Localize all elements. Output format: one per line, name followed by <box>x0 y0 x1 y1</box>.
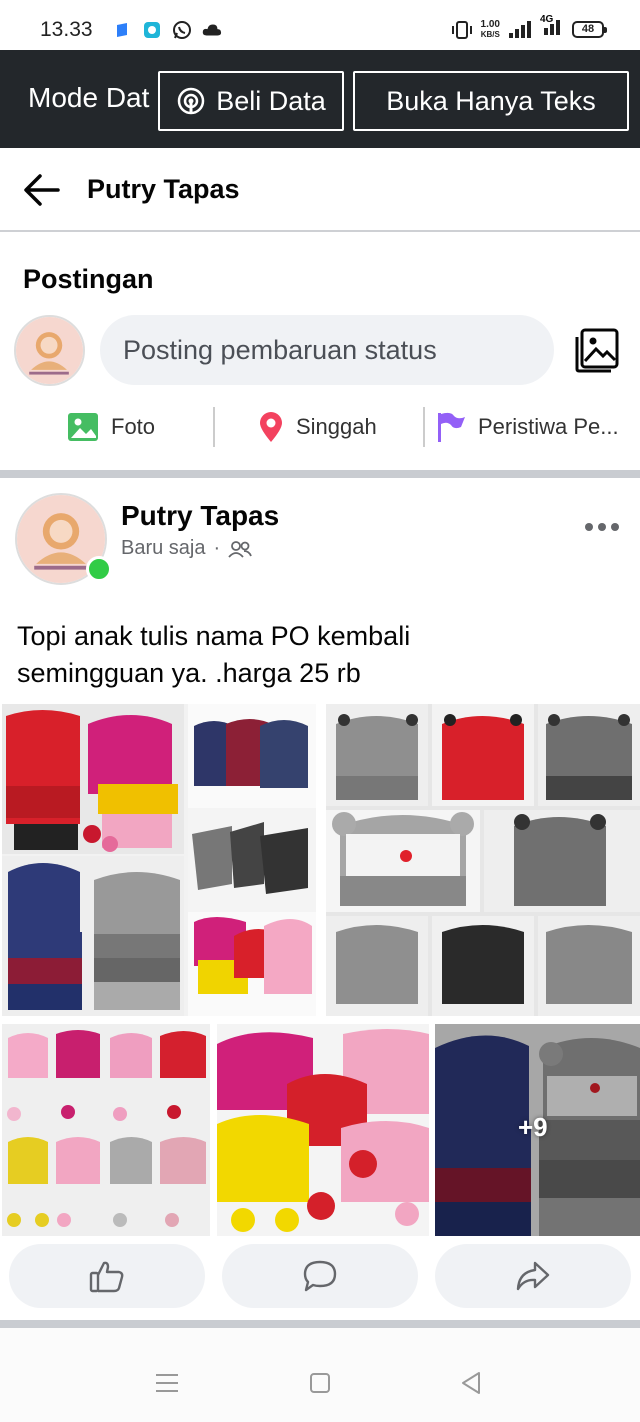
vibrate-icon <box>451 20 472 39</box>
cloud-icon <box>202 20 222 40</box>
checkin-action-label: Singgah <box>296 414 377 439</box>
post-text: Topi anak tulis nama PO kembali seminggu… <box>17 618 617 692</box>
network-4g-icon: 4G <box>540 14 564 41</box>
menu-icon <box>156 1374 178 1392</box>
checkin-action[interactable]: Singgah <box>258 402 377 452</box>
flag-icon <box>438 412 465 442</box>
more-photos-count[interactable]: +9 <box>518 1112 548 1143</box>
home-square-icon <box>310 1373 330 1393</box>
status-input[interactable]: Posting pembaruan status <box>100 315 554 385</box>
signal-icon <box>509 20 531 38</box>
post-text-line: semingguan ya. .harga 25 rb <box>17 658 361 688</box>
divider <box>423 407 425 447</box>
system-status: 1.00 KB/S 4G 48 <box>451 14 607 41</box>
photo-grid: +9 <box>0 704 640 1236</box>
back-triangle-icon <box>462 1372 480 1394</box>
text-only-button[interactable]: Buka Hanya Teks <box>353 71 629 131</box>
net-speed-value: 1.00 <box>480 18 500 30</box>
comment-icon <box>303 1260 337 1292</box>
meta-separator: · <box>213 537 221 559</box>
post-text-line: Topi anak tulis nama PO kembali <box>17 621 411 651</box>
post-photo[interactable] <box>217 1024 429 1236</box>
whatsapp-icon <box>172 20 192 40</box>
net-speed-unit: KB/S <box>480 29 500 39</box>
network-type: 4G <box>540 14 554 25</box>
home-nav-button[interactable] <box>305 1368 335 1398</box>
menu-nav-button[interactable] <box>152 1368 182 1398</box>
friends-icon <box>228 540 253 558</box>
messenger-icon <box>142 20 162 40</box>
reaction-bar <box>0 1244 640 1310</box>
page-header: Putry Tapas <box>0 148 640 232</box>
gallery-icon[interactable] <box>573 327 621 373</box>
post-photo[interactable] <box>326 704 640 1016</box>
online-indicator <box>86 556 112 582</box>
life-event-action-label: Peristiwa Pe... <box>478 414 619 439</box>
status-bar: 13.33 1.00 KB/S 4G 48 <box>0 0 640 50</box>
page-title: Putry Tapas <box>87 174 240 204</box>
like-button[interactable] <box>9 1244 205 1308</box>
back-nav-button[interactable] <box>456 1368 486 1398</box>
text-only-label: Buka Hanya Teks <box>386 85 596 116</box>
post-time[interactable]: Baru saja <box>121 537 206 560</box>
broadcast-icon <box>177 87 205 115</box>
photo-icon <box>68 413 98 441</box>
life-event-action[interactable]: Peristiwa Pe... <box>436 402 619 452</box>
divider <box>213 407 215 447</box>
post-photo[interactable] <box>2 1024 210 1236</box>
net-speed: 1.00 KB/S <box>480 18 500 40</box>
section-title: Postingan <box>23 264 154 294</box>
buy-data-label: Beli Data <box>216 85 326 116</box>
avatar[interactable] <box>14 315 85 386</box>
status-time: 13.33 <box>40 18 93 41</box>
photo-action-label: Foto <box>111 414 156 439</box>
share-icon <box>516 1261 550 1291</box>
thumbs-up-icon <box>89 1261 124 1293</box>
post-meta: Baru saja · <box>121 537 253 560</box>
share-button[interactable] <box>435 1244 631 1308</box>
photo-action[interactable]: Foto <box>67 402 155 452</box>
back-arrow-icon[interactable] <box>22 172 62 208</box>
battery-icon: 48 <box>572 21 607 38</box>
post-photo[interactable] <box>2 704 316 1016</box>
app-notification-icon <box>112 20 132 40</box>
post: Putry Tapas Baru saja · Topi anak tulis … <box>0 478 640 1320</box>
system-nav-bar <box>0 1328 640 1422</box>
data-mode-label: Mode Dat <box>28 82 150 113</box>
post-composer: Postingan Posting pembaruan status Foto <box>0 232 640 470</box>
more-options-icon[interactable] <box>585 523 621 537</box>
data-mode-banner: Mode Dat Beli Data Buka Hanya Teks <box>0 50 640 148</box>
section-separator <box>0 1320 640 1328</box>
comment-button[interactable] <box>222 1244 418 1308</box>
buy-data-button[interactable]: Beli Data <box>158 71 344 131</box>
post-author[interactable]: Putry Tapas <box>121 500 279 532</box>
location-pin-icon <box>260 412 282 442</box>
composer-actions: Foto Singgah Peristiwa Pe... <box>0 402 640 452</box>
notification-icons <box>112 20 222 40</box>
section-separator <box>0 470 640 478</box>
